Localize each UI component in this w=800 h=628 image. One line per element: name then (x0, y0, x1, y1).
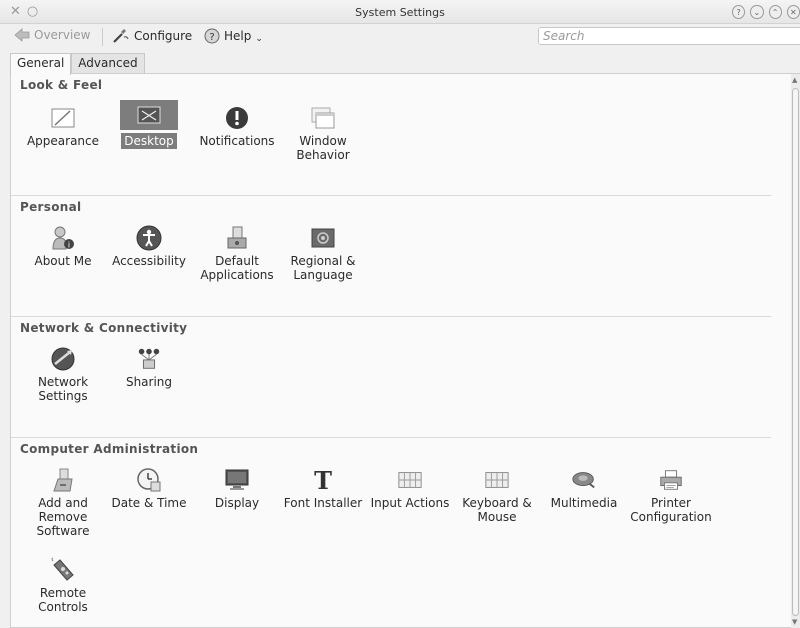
toolbar-separator (102, 28, 103, 46)
configure-button[interactable]: Configure (112, 28, 192, 44)
section-title: Look & Feel (20, 78, 103, 92)
item-input-actions[interactable]: Input Actions (367, 468, 453, 510)
item-multimedia[interactable]: Multimedia (541, 468, 627, 510)
item-font-installer[interactable]: T Font Installer (280, 467, 366, 510)
section-network-connectivity: Network & Connectivity Network Settings … (11, 316, 771, 437)
tab-advanced[interactable]: Advanced (71, 53, 145, 74)
title-bar: ✕ ○ System Settings ? ⌄ ⌃ ✕ (0, 0, 800, 24)
search-input[interactable]: Search (538, 27, 800, 45)
help-label: Help (224, 29, 252, 43)
scroll-up-icon[interactable]: ▲ (792, 76, 797, 84)
item-printer-configuration[interactable]: Printer Configuration (628, 468, 714, 524)
font-installer-icon: T (314, 467, 332, 493)
svg-text:T: T (314, 467, 332, 493)
item-date-time[interactable]: Date & Time (106, 468, 192, 510)
item-keyboard-mouse[interactable]: Keyboard & Mouse (454, 468, 540, 524)
tab-general[interactable]: General (10, 53, 72, 75)
item-window-behavior[interactable]: Window Behavior (280, 106, 366, 162)
overview-button[interactable]: Overview (14, 28, 91, 42)
item-regional-language[interactable]: Regional & Language (280, 226, 366, 282)
display-icon (225, 469, 249, 490)
section-title: Personal (20, 200, 82, 214)
item-default-applications[interactable]: Default Applications (194, 226, 280, 282)
item-display[interactable]: Display (194, 468, 280, 510)
vertical-scrollbar[interactable]: ▲ ▼ (791, 74, 800, 628)
item-accessibility[interactable]: Accessibility (106, 225, 192, 268)
item-network-settings[interactable]: Network Settings (20, 347, 106, 403)
notifications-icon (226, 107, 248, 129)
configure-icon (113, 29, 129, 43)
item-remote-controls[interactable]: Remote Controls (20, 557, 106, 614)
section-title: Network & Connectivity (20, 321, 188, 335)
item-add-remove-software[interactable]: Add and Remove Software (20, 468, 106, 538)
settings-panel: Look & Feel Appearance Desktop Notificat… (10, 73, 800, 628)
minimize-icon[interactable]: ⌄ (750, 5, 764, 19)
sharing-icon (138, 348, 160, 369)
software-icon (53, 468, 73, 492)
svg-text:?: ? (209, 32, 214, 43)
about-me-icon: i (52, 226, 74, 250)
default-applications-icon (227, 226, 247, 249)
remote-controls-icon (51, 557, 74, 581)
back-arrow-icon (14, 28, 30, 42)
section-personal: Personal i About Me Accessibility Defaul… (11, 195, 771, 316)
svg-text:i: i (68, 241, 70, 250)
help-button[interactable]: ? Help ⌄ (204, 28, 263, 44)
desktop-icon (137, 106, 161, 124)
regional-language-icon (311, 228, 335, 248)
window-behavior-icon (311, 107, 335, 129)
item-notifications[interactable]: Notifications (194, 106, 280, 148)
printer-icon (660, 470, 682, 490)
scroll-down-icon[interactable]: ▼ (792, 618, 797, 626)
help-icon: ? (204, 28, 220, 44)
keyboard-mouse-icon (485, 472, 509, 488)
item-appearance[interactable]: Appearance (20, 106, 106, 148)
overview-label: Overview (34, 28, 91, 42)
window-title: System Settings (355, 6, 445, 19)
item-sharing[interactable]: Sharing (106, 347, 192, 389)
date-time-icon (137, 468, 161, 492)
multimedia-icon (572, 472, 595, 489)
help-window-icon[interactable]: ? (732, 5, 746, 19)
section-title: Computer Administration (20, 442, 199, 456)
configure-label: Configure (134, 29, 193, 43)
item-desktop[interactable]: Desktop (106, 100, 192, 149)
accessibility-icon (136, 225, 162, 251)
input-actions-icon (398, 472, 422, 488)
section-look-and-feel: Look & Feel Appearance Desktop Notificat… (11, 74, 771, 194)
scrollbar-thumb[interactable] (792, 88, 799, 616)
appearance-icon (51, 108, 75, 128)
chevron-down-icon: ⌄ (255, 34, 263, 44)
network-settings-icon (51, 347, 75, 371)
tab-bar: General Advanced (10, 53, 145, 75)
section-computer-administration: Computer Administration Add and Remove S… (11, 437, 771, 627)
close-icon[interactable]: ✕ (786, 5, 800, 19)
maximize-icon[interactable]: ⌃ (768, 5, 782, 19)
item-about-me[interactable]: i About Me (20, 226, 106, 268)
